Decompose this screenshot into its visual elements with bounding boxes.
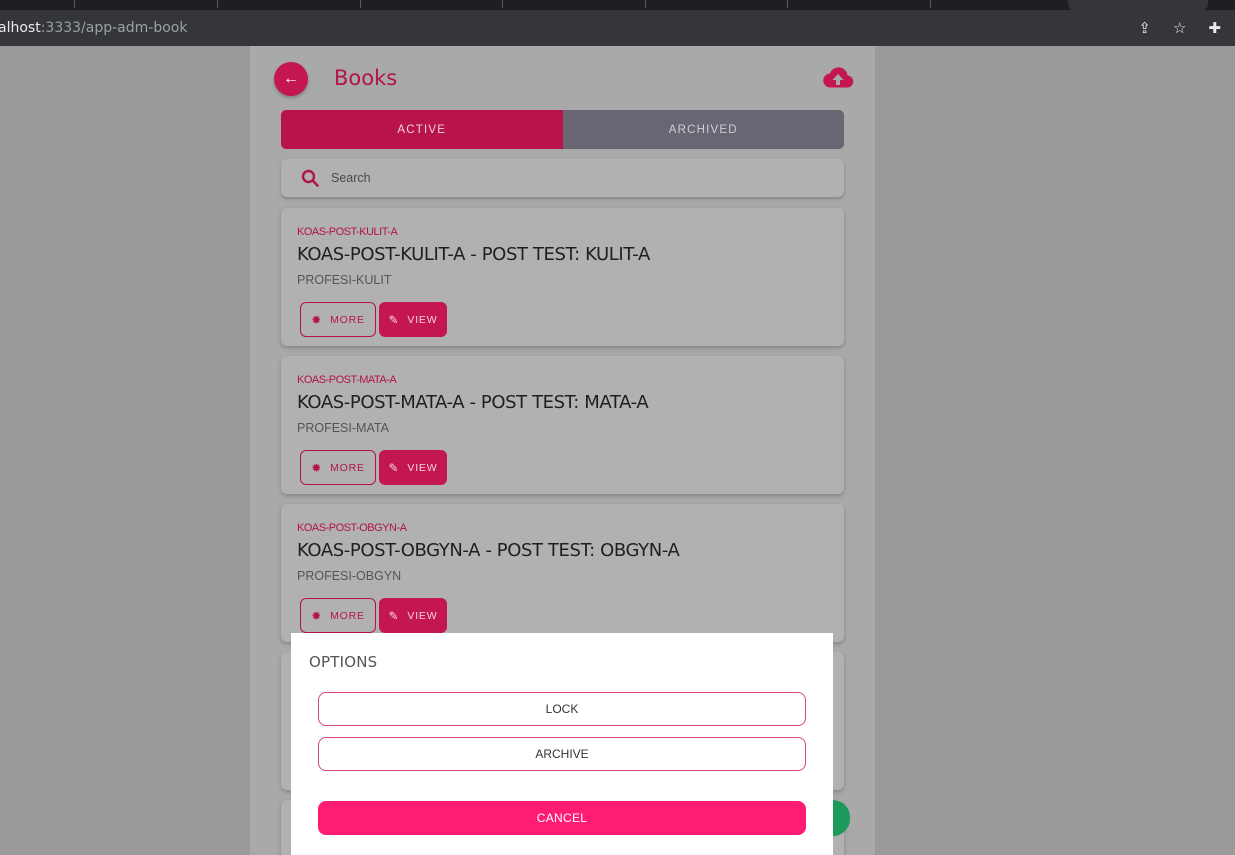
gear-icon: ✹ — [311, 608, 323, 623]
book-card: KOAS-POST-OBGYN-A KOAS-POST-OBGYN-A - PO… — [281, 504, 844, 642]
edit-icon: ✎ — [388, 460, 400, 475]
tab-separator — [930, 0, 931, 8]
view-label: VIEW — [407, 313, 438, 326]
view-button[interactable]: ✎ VIEW — [379, 302, 447, 337]
search-icon — [301, 169, 319, 187]
book-card: KOAS-POST-KULIT-A KOAS-POST-KULIT-A - PO… — [281, 208, 844, 346]
more-button[interactable]: ✹ MORE — [300, 450, 376, 485]
tab-archived[interactable]: ARCHIVED — [562, 110, 844, 149]
url-host: alhost — [0, 20, 41, 36]
book-subtitle: PROFESI-MATA — [297, 421, 389, 435]
view-button[interactable]: ✎ VIEW — [379, 598, 447, 633]
archive-button[interactable]: ARCHIVE — [318, 737, 806, 771]
gear-icon: ✹ — [311, 460, 323, 475]
edit-icon: ✎ — [388, 312, 400, 327]
view-label: VIEW — [407, 461, 438, 474]
gear-icon: ✹ — [311, 312, 323, 327]
more-button[interactable]: ✹ MORE — [300, 598, 376, 633]
tab-separator — [645, 0, 646, 8]
edit-icon: ✎ — [388, 608, 400, 623]
more-button[interactable]: ✹ MORE — [300, 302, 376, 337]
tab-separator — [502, 0, 503, 8]
tab-active[interactable]: ACTIVE — [281, 110, 563, 149]
modal-title: OPTIONS — [309, 653, 378, 671]
address-bar[interactable]: alhost:3333/app-adm-book ⇪ ☆ ✚ — [0, 10, 1235, 46]
book-title: KOAS-POST-OBGYN-A - POST TEST: OBGYN-A — [297, 540, 680, 561]
cloud-upload-icon[interactable] — [822, 66, 854, 90]
lock-button[interactable]: LOCK — [318, 692, 806, 726]
arrow-left-icon: ← — [283, 70, 299, 87]
book-subtitle: PROFESI-KULIT — [297, 273, 392, 287]
url-text[interactable]: alhost:3333/app-adm-book — [0, 20, 187, 36]
search-bar — [281, 159, 844, 197]
book-code: KOAS-POST-OBGYN-A — [297, 522, 407, 534]
book-code: KOAS-POST-KULIT-A — [297, 226, 398, 238]
status-tabs: ACTIVE ARCHIVED — [281, 110, 844, 149]
cancel-button[interactable]: CANCEL — [318, 801, 806, 835]
tab-separator — [360, 0, 361, 8]
tab-separator — [217, 0, 218, 8]
book-subtitle: PROFESI-OBGYN — [297, 569, 402, 583]
view-button[interactable]: ✎ VIEW — [379, 450, 447, 485]
more-label: MORE — [330, 313, 365, 326]
page-header: ← Books — [274, 62, 854, 96]
url-path: :3333/app-adm-book — [40, 20, 188, 36]
book-code: KOAS-POST-MATA-A — [297, 374, 397, 386]
book-card: KOAS-POST-MATA-A KOAS-POST-MATA-A - POST… — [281, 356, 844, 494]
browser-tab-strip — [0, 0, 1235, 10]
browser-active-tab[interactable] — [1068, 0, 1208, 10]
search-input[interactable] — [331, 171, 811, 185]
tab-separator — [787, 0, 788, 8]
page-title: Books — [334, 66, 398, 90]
back-button[interactable]: ← — [274, 62, 308, 96]
book-title: KOAS-POST-MATA-A - POST TEST: MATA-A — [297, 392, 649, 413]
address-bar-actions: ⇪ ☆ ✚ — [1138, 10, 1221, 46]
more-label: MORE — [330, 461, 365, 474]
options-modal: OPTIONS LOCK ARCHIVE CANCEL — [291, 633, 833, 855]
star-icon[interactable]: ☆ — [1173, 20, 1186, 36]
view-label: VIEW — [407, 609, 438, 622]
book-title: KOAS-POST-KULIT-A - POST TEST: KULIT-A — [297, 244, 650, 265]
extension-icon[interactable]: ✚ — [1208, 20, 1221, 36]
share-icon[interactable]: ⇪ — [1138, 20, 1151, 36]
tab-separator — [74, 0, 75, 8]
more-label: MORE — [330, 609, 365, 622]
